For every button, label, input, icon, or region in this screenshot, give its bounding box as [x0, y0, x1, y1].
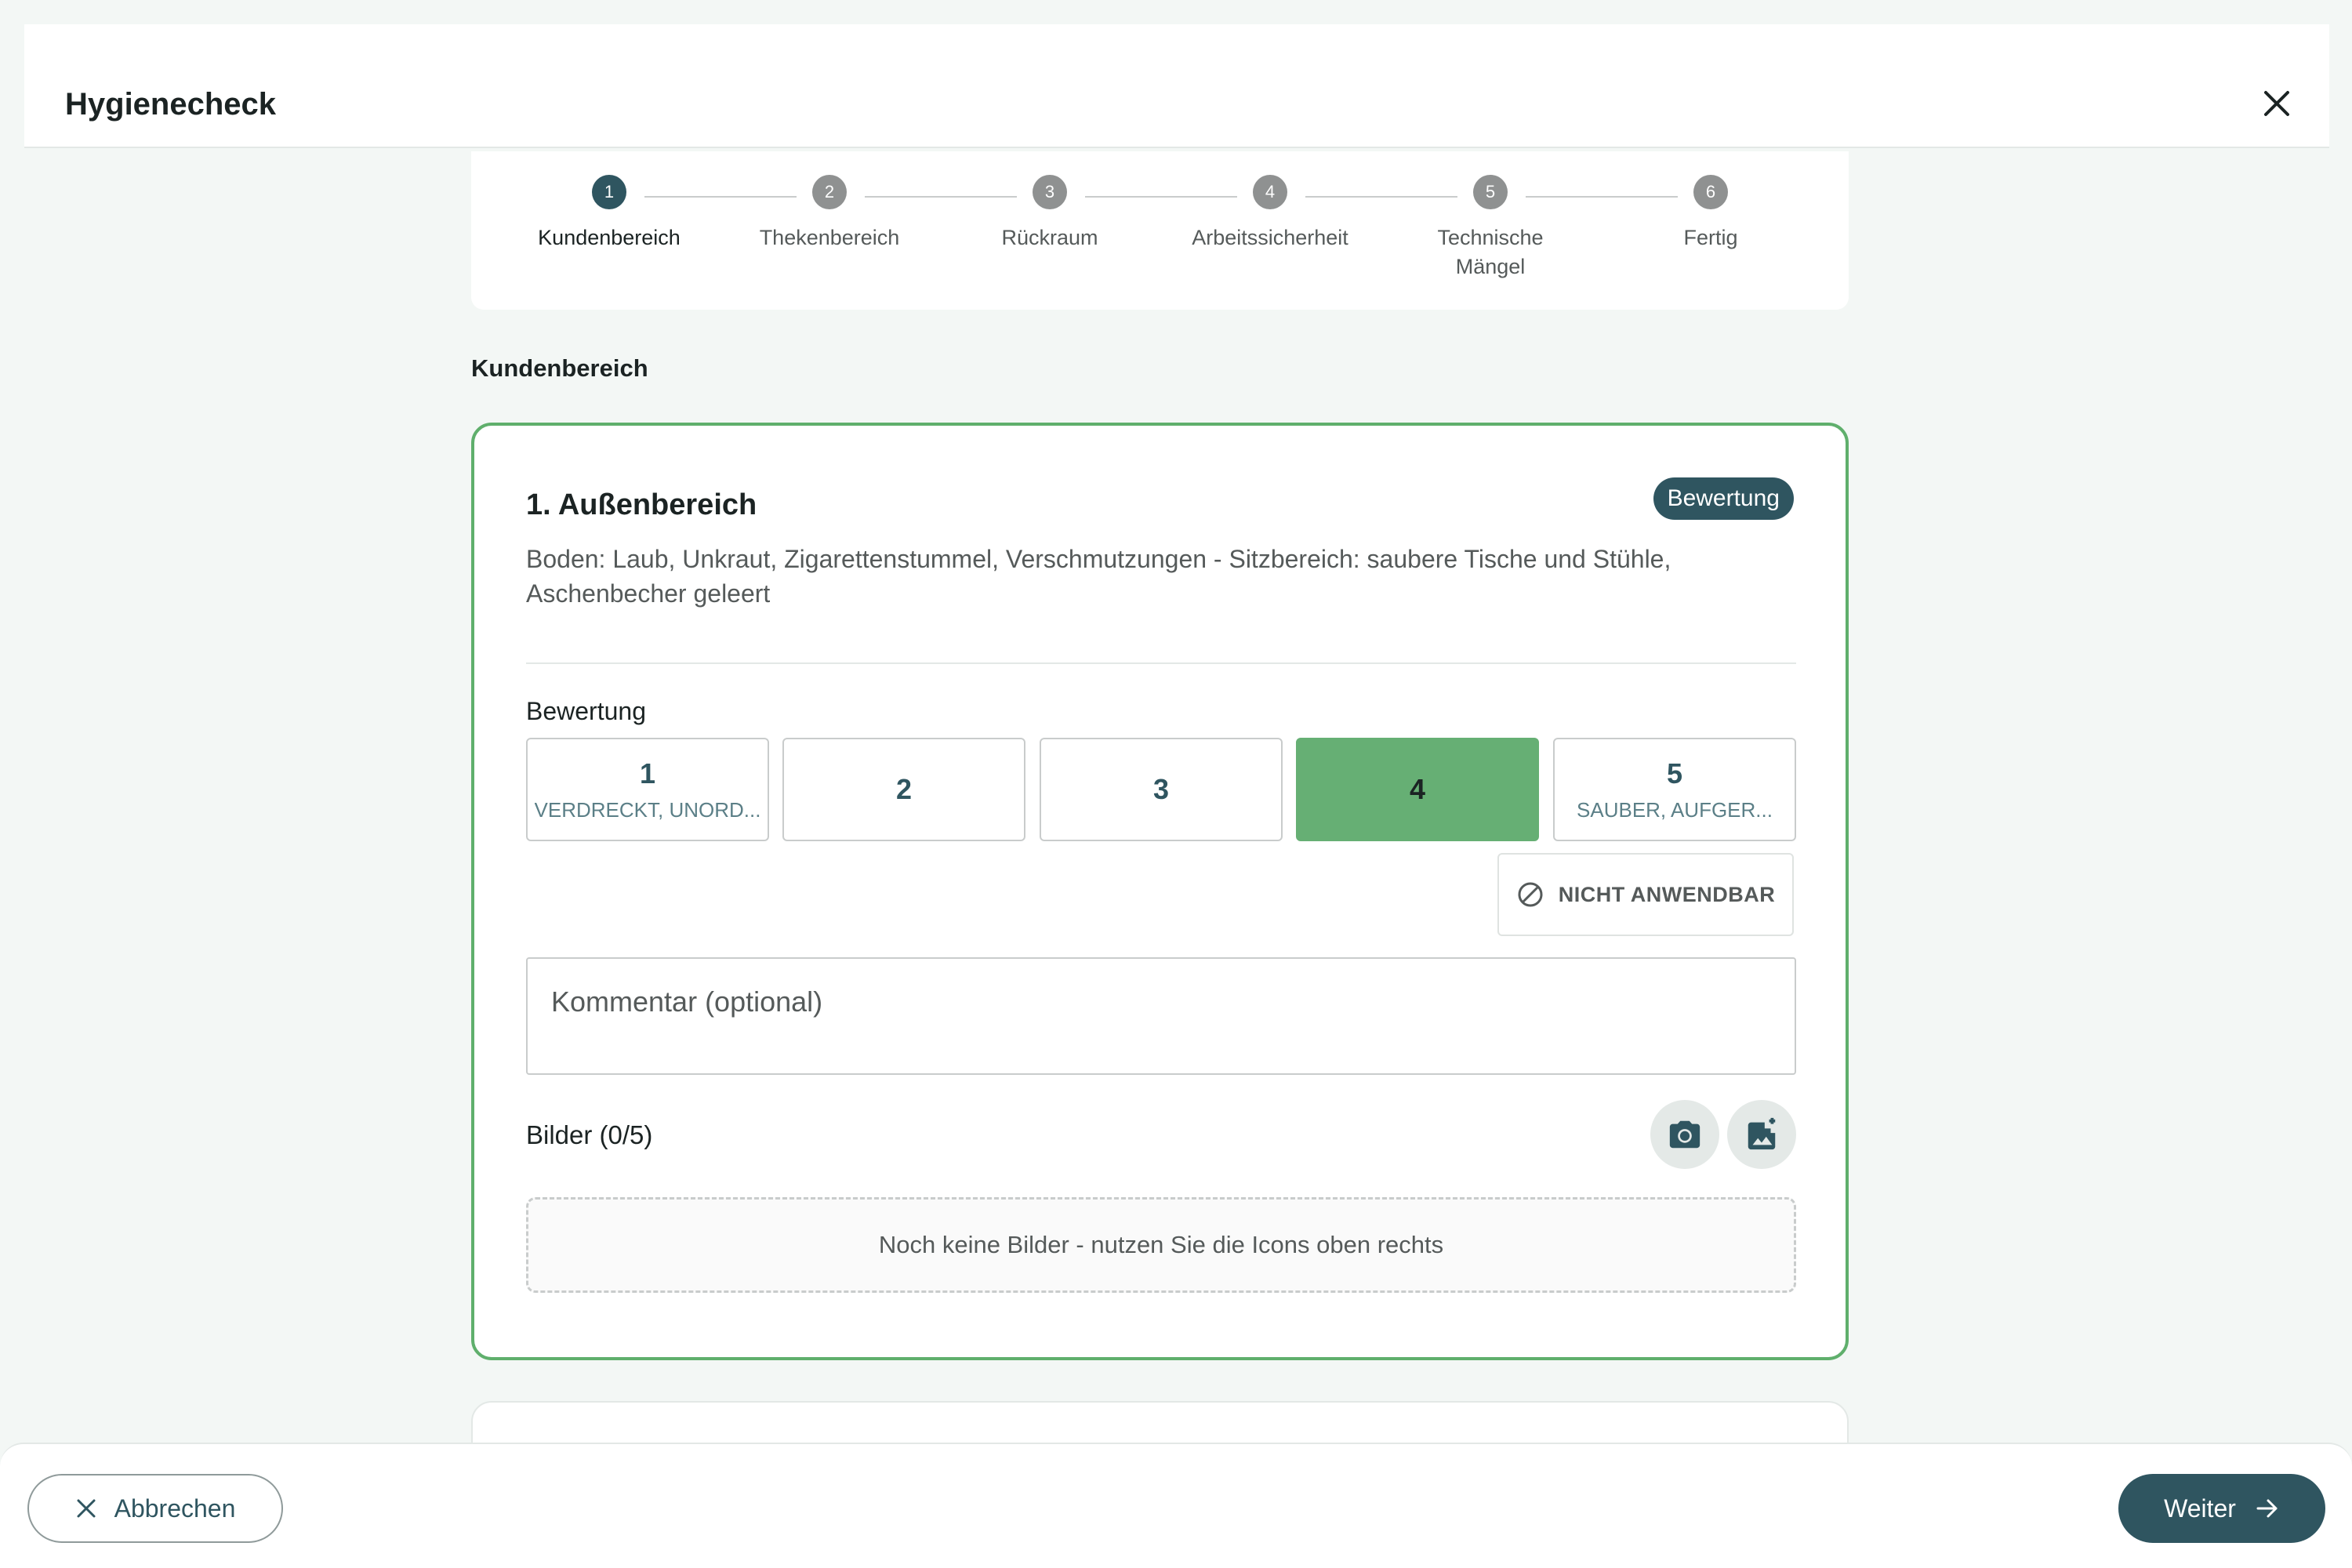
- step-rueckraum[interactable]: 3 Rückraum: [952, 175, 1148, 252]
- close-icon: [77, 1499, 96, 1518]
- section-title: Kundenbereich: [471, 354, 648, 382]
- next-label: Weiter: [2164, 1494, 2236, 1523]
- item-type-badge: Bewertung: [1653, 477, 1794, 520]
- item-description: Boden: Laub, Unkraut, Zigarettenstummel,…: [526, 545, 1671, 608]
- close-button[interactable]: [2257, 84, 2296, 123]
- add-image-button[interactable]: [1727, 1100, 1796, 1169]
- page-title: Hygienecheck: [65, 87, 277, 122]
- rating-description: SAUBER, AUFGER...: [1577, 797, 1773, 822]
- step-label: Kundenbereich: [538, 226, 681, 249]
- modal-header: Hygienecheck: [24, 24, 2329, 148]
- rating-options: 1 VERDRECKT, UNORD... 2 3 4 5 SAUBER, AU…: [526, 738, 1796, 841]
- rating-option-4[interactable]: 4: [1296, 738, 1539, 841]
- comment-input[interactable]: [526, 957, 1796, 1075]
- arrow-right-icon: [2256, 1499, 2278, 1518]
- step-label: Rückraum: [1001, 226, 1098, 249]
- item-title: 1. Außenbereich: [526, 488, 757, 521]
- images-label: Bilder (0/5): [526, 1120, 653, 1149]
- rating-value: 2: [895, 773, 913, 805]
- step-label: Fertig: [1683, 226, 1738, 249]
- rating-option-3[interactable]: 3: [1040, 738, 1283, 841]
- check-item-card: 1. Außenbereich Bewertung Boden: Laub, U…: [471, 423, 1849, 1360]
- camera-icon: [1669, 1120, 1700, 1149]
- rating-value: 5: [1666, 757, 1683, 789]
- cancel-label: Abbrechen: [114, 1494, 236, 1523]
- add-photo-icon: [1748, 1117, 1776, 1150]
- step-number: 2: [812, 175, 847, 209]
- not-applicable-label: NICHT ANWENDBAR: [1558, 882, 1776, 906]
- step-number: 6: [1693, 175, 1728, 209]
- step-label: Arbeitssicherheit: [1192, 226, 1348, 249]
- dropzone-empty-text: Noch keine Bilder - nutzen Sie die Icons…: [878, 1231, 1444, 1258]
- rating-description: VERDRECKT, UNORD...: [534, 797, 761, 822]
- step-label: Technische Mängel: [1437, 226, 1544, 278]
- not-applicable-button[interactable]: NICHT ANWENDBAR: [1497, 853, 1794, 936]
- camera-button[interactable]: [1650, 1100, 1719, 1169]
- step-number: 5: [1473, 175, 1508, 209]
- rating-option-1[interactable]: 1 VERDRECKT, UNORD...: [526, 738, 769, 841]
- step-label: Thekenbereich: [759, 226, 900, 249]
- next-button[interactable]: Weiter: [2118, 1474, 2325, 1543]
- progress-stepper: 1 Kundenbereich 2 Thekenbereich 3 Rückra…: [471, 151, 1849, 310]
- step-number: 1: [592, 175, 626, 209]
- rating-option-2[interactable]: 2: [782, 738, 1025, 841]
- step-number: 3: [1033, 175, 1067, 209]
- step-fertig[interactable]: 6 Fertig: [1613, 175, 1809, 252]
- step-thekenbereich[interactable]: 2 Thekenbereich: [731, 175, 927, 252]
- rating-label: Bewertung: [526, 697, 646, 725]
- block-icon: [1518, 882, 1543, 907]
- footer-bar: Abbrechen Weiter: [0, 1443, 2352, 1568]
- close-icon: [2264, 91, 2289, 116]
- cancel-button[interactable]: Abbrechen: [27, 1474, 283, 1543]
- rating-option-5[interactable]: 5 SAUBER, AUFGER...: [1553, 738, 1796, 841]
- rating-value: 1: [639, 757, 656, 789]
- step-technische-maengel[interactable]: 5 Technische Mängel: [1392, 175, 1588, 281]
- page: Hygienecheck 1 Kundenbereich 2 Thekenber…: [0, 0, 2352, 1568]
- rating-value: 4: [1409, 773, 1426, 805]
- step-arbeitssicherheit[interactable]: 4 Arbeitssicherheit: [1172, 175, 1368, 252]
- divider: [526, 662, 1796, 664]
- image-dropzone[interactable]: Noch keine Bilder - nutzen Sie die Icons…: [526, 1197, 1796, 1293]
- rating-value: 3: [1152, 773, 1170, 805]
- step-number: 4: [1253, 175, 1287, 209]
- step-kundenbereich[interactable]: 1 Kundenbereich: [511, 175, 707, 252]
